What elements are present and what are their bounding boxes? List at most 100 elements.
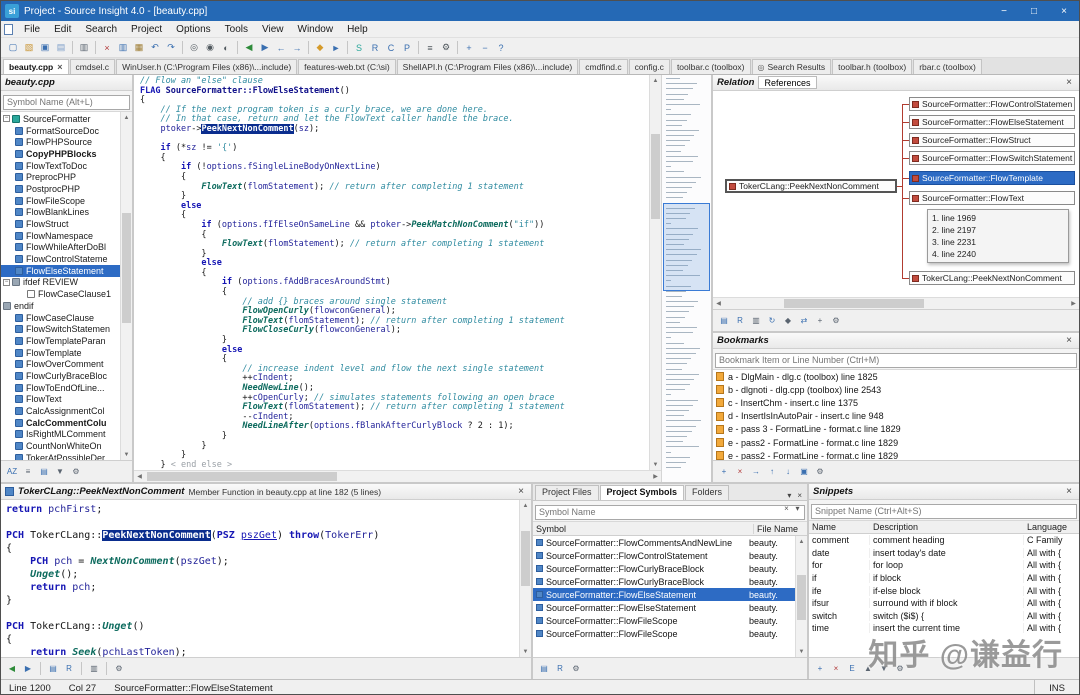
- symbol-tree-item[interactable]: IsRightMLComment: [1, 429, 120, 441]
- bookmark-item[interactable]: a - DlgMain - dlg.c (toolbox) line 1825: [713, 370, 1079, 383]
- column-symbol[interactable]: Symbol: [536, 524, 754, 534]
- symbol-tree-item[interactable]: CalcCommentColu: [1, 417, 120, 429]
- menu-project[interactable]: Project: [124, 23, 169, 36]
- paste-icon[interactable]: ▦: [131, 40, 147, 56]
- browse-back-icon[interactable]: ◀: [241, 40, 257, 56]
- redo-icon[interactable]: ↷: [163, 40, 179, 56]
- print-icon[interactable]: ▥: [749, 314, 763, 328]
- file-tab[interactable]: cmdsel.c: [70, 59, 116, 74]
- symbol-list-item[interactable]: SourceFormatter::FlowElseStatementbeauty…: [533, 601, 795, 614]
- snippet-item[interactable]: switchswitch ($i$) {All with {: [809, 610, 1079, 623]
- view-reference-icon[interactable]: R: [62, 662, 76, 676]
- bookmark-icon[interactable]: ◆: [312, 40, 328, 56]
- file-save-icon[interactable]: ▣: [37, 40, 53, 56]
- file-tab[interactable]: ShellAPI.h (C:\Program Files (x86)\...in…: [397, 59, 579, 74]
- scrollbar-track[interactable]: [145, 471, 650, 482]
- relation-node[interactable]: SourceFormatter::FlowStruct: [909, 133, 1075, 147]
- menu-search[interactable]: Search: [78, 23, 124, 36]
- scrollbar-track[interactable]: [650, 86, 661, 459]
- relation-node[interactable]: SourceFormatter::FlowControlStatemen: [909, 97, 1075, 111]
- snippet-item[interactable]: ifeif-else blockAll with {: [809, 584, 1079, 597]
- menu-edit[interactable]: Edit: [47, 23, 78, 36]
- references-icon[interactable]: ≡: [422, 40, 438, 56]
- scrollbar-thumb[interactable]: [651, 134, 660, 219]
- symbol-tree-item[interactable]: FlowSwitchStatemen: [1, 323, 120, 335]
- delete-snippet-icon[interactable]: ×: [829, 662, 843, 676]
- bookmark-item[interactable]: d - InsertIsInAutoPair - insert.c line 9…: [713, 410, 1079, 423]
- zoom-out-icon[interactable]: −: [477, 40, 493, 56]
- symbol-tree-item[interactable]: FlowFileScope: [1, 195, 120, 207]
- scrollbar-track[interactable]: [520, 511, 531, 646]
- symbol-tree-item[interactable]: FlowText: [1, 394, 120, 406]
- symbol-tree-item[interactable]: FlowControlStateme: [1, 253, 120, 265]
- undo-icon[interactable]: ↶: [147, 40, 163, 56]
- go-forward-icon[interactable]: ▶: [21, 662, 35, 676]
- menu-window[interactable]: Window: [291, 23, 341, 36]
- view-reference-icon[interactable]: R: [733, 314, 747, 328]
- snippet-item[interactable]: forfor loopAll with {: [809, 559, 1079, 572]
- close-icon[interactable]: ×: [1063, 486, 1075, 497]
- symbol-list-item[interactable]: SourceFormatter::FlowFileScopebeauty.: [533, 614, 795, 627]
- file-tab[interactable]: beauty.cpp×: [3, 59, 69, 74]
- symbol-tree-scrollbar[interactable]: ▲ ▼: [120, 112, 132, 460]
- view-document-icon[interactable]: ▤: [46, 662, 60, 676]
- scroll-left-icon[interactable]: ◀: [713, 300, 724, 307]
- symbol-window-icon[interactable]: S: [351, 40, 367, 56]
- scrollbar-thumb[interactable]: [784, 299, 924, 308]
- help-icon[interactable]: ?: [493, 40, 509, 56]
- symbol-tree-item[interactable]: −SourceFormatter: [1, 113, 120, 125]
- close-icon[interactable]: ×: [1063, 77, 1075, 88]
- context-window-icon[interactable]: C: [383, 40, 399, 56]
- scroll-left-icon[interactable]: ◀: [134, 473, 145, 480]
- context-code[interactable]: return pchFirst; PCH TokerCLang::PeekNex…: [1, 500, 519, 657]
- file-tab[interactable]: WinUser.h (C:\Program Files (x86)\...inc…: [116, 59, 297, 74]
- maximize-button[interactable]: □: [1019, 1, 1049, 21]
- scroll-right-icon[interactable]: ▶: [650, 473, 661, 480]
- column-language[interactable]: Language: [1024, 522, 1076, 532]
- close-icon[interactable]: ×: [794, 491, 805, 500]
- print-icon[interactable]: ▥: [76, 40, 92, 56]
- relation-node-source[interactable]: TokerCLang::PeekNextNonComment: [725, 179, 897, 193]
- symbol-tree-item[interactable]: FormatSourceDoc: [1, 125, 120, 137]
- file-tab[interactable]: features-web.txt (C:\si): [298, 59, 396, 74]
- project-symbol-input[interactable]: [535, 505, 805, 520]
- bookmark-item[interactable]: e - pass2 - FormatLine - format.c line 1…: [713, 436, 1079, 449]
- symbol-tree-item[interactable]: FlowNamespace: [1, 230, 120, 242]
- scroll-up-icon[interactable]: ▲: [520, 500, 531, 511]
- scroll-down-icon[interactable]: ▼: [121, 449, 132, 460]
- menu-tools[interactable]: Tools: [218, 23, 255, 36]
- cut-icon[interactable]: ×: [99, 40, 115, 56]
- view-document-icon[interactable]: ▤: [537, 662, 551, 676]
- context-vscrollbar[interactable]: ▲ ▼: [519, 500, 531, 657]
- relation-tab-references[interactable]: References: [758, 76, 816, 89]
- bookmark-item[interactable]: e - pass2 - FormatLine - format.c line 1…: [713, 449, 1079, 460]
- relation-node[interactable]: SourceFormatter::FlowElseStatement: [909, 115, 1075, 129]
- symbol-tree-item[interactable]: CountNonWhiteOn: [1, 440, 120, 452]
- scroll-down-icon[interactable]: ▼: [520, 646, 531, 657]
- symbol-tree-item[interactable]: FlowCurlyBraceBloc: [1, 370, 120, 382]
- group-types-icon[interactable]: ▤: [37, 465, 51, 479]
- settings-icon[interactable]: ⚙: [112, 662, 126, 676]
- symbol-tree-item[interactable]: FlowCaseClause: [1, 312, 120, 324]
- view-reference-icon[interactable]: R: [553, 662, 567, 676]
- zoom-icon[interactable]: +: [813, 314, 827, 328]
- zoom-in-icon[interactable]: +: [461, 40, 477, 56]
- close-icon[interactable]: ×: [1063, 335, 1075, 346]
- column-description[interactable]: Description: [870, 522, 1024, 532]
- symbol-tree-item[interactable]: TokerAtPossibleDer: [1, 452, 120, 460]
- edit-snippet-icon[interactable]: E: [845, 662, 859, 676]
- goto-definition-icon[interactable]: ►: [328, 40, 344, 56]
- close-icon[interactable]: ×: [515, 486, 527, 497]
- expand-graph-icon[interactable]: ⇄: [797, 314, 811, 328]
- refresh-icon[interactable]: ↻: [765, 314, 779, 328]
- symbol-tree-item[interactable]: CalcAssignmentCol: [1, 405, 120, 417]
- editor-vscrollbar[interactable]: ▲ ▼: [649, 75, 661, 470]
- tab-project-symbols[interactable]: Project Symbols: [600, 485, 685, 500]
- project-window-icon[interactable]: P: [399, 40, 415, 56]
- editor-hscrollbar[interactable]: ◀ ▶: [134, 470, 661, 482]
- tree-expander-icon[interactable]: −: [3, 279, 10, 286]
- code-editor[interactable]: // Flow an "else" clauseFLAG SourceForma…: [134, 75, 649, 470]
- new-snippet-icon[interactable]: +: [813, 662, 827, 676]
- scrollbar-track[interactable]: [796, 547, 807, 646]
- menu-view[interactable]: View: [255, 23, 291, 36]
